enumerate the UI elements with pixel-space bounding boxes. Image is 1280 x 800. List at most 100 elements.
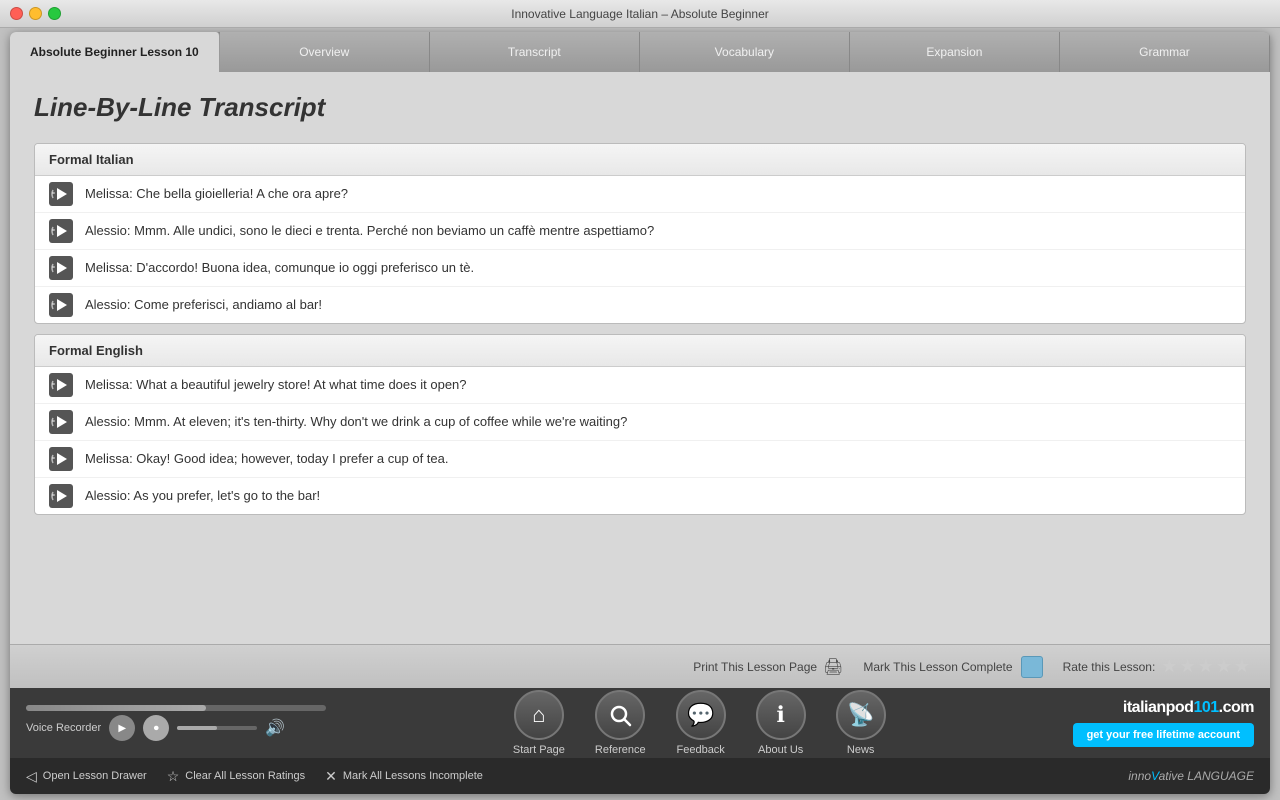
nav-icon-about-us: ℹ [756,690,806,740]
mark-incomplete-button[interactable]: ✕ Mark All Lessons Incomplete [325,768,483,785]
star-3[interactable]: ★ [1198,656,1214,677]
transcript-line: Melissa: Che bella gioielleria! A che or… [85,185,348,203]
voice-recorder-section: Voice Recorder ▶ ⏺ 🔊 [26,715,326,741]
nav-item-feedback[interactable]: 💬 Feedback [676,690,726,756]
audio-play-icon[interactable] [49,447,73,471]
content-area: Line-By-Line Transcript Formal Italian M… [10,72,1270,644]
voice-recorder-label: Voice Recorder [26,722,101,734]
transcript-line: Melissa: D'accordo! Buona idea, comunque… [85,259,474,277]
tab-active[interactable]: Absolute Beginner Lesson 10 [10,32,220,72]
transcript-line: Alessio: Mmm. Alle undici, sono le dieci… [85,222,654,240]
nav-label-about-us: About Us [758,744,803,756]
audio-play-icon[interactable] [49,182,73,206]
section-formal-english: Formal English Melissa: What a beautiful… [34,334,1246,515]
section-header-formal-english: Formal English [35,335,1245,367]
open-drawer-label: Open Lesson Drawer [43,770,147,782]
tab-overview[interactable]: Overview [220,32,430,72]
mark-complete-label: Mark This Lesson Complete [863,660,1012,674]
transcript-row: Melissa: What a beautiful jewelry store!… [35,367,1245,404]
tab-transcript[interactable]: Transcript [430,32,640,72]
clear-ratings-button[interactable]: ☆ Clear All Lesson Ratings [167,768,305,785]
signup-button[interactable]: get your free lifetime account [1073,723,1254,747]
transcript-line: Alessio: As you prefer, let's go to the … [85,487,320,505]
nav-label-feedback: Feedback [677,744,725,756]
nav-icon-reference [595,690,645,740]
transcript-line: Alessio: Come preferisci, andiamo al bar… [85,296,322,314]
star-1[interactable]: ★ [1161,656,1177,677]
action-bar: Print This Lesson Page 🖨 Mark This Lesso… [10,644,1270,688]
nav-item-start-page[interactable]: ⌂Start Page [513,690,565,756]
progress-fill [26,705,206,711]
progress-section: Voice Recorder ▶ ⏺ 🔊 [26,705,326,741]
print-icon: 🖨 [823,657,843,677]
nav-item-reference[interactable]: Reference [595,690,646,756]
progress-track[interactable] [26,705,326,711]
page-title: Line-By-Line Transcript [34,92,1246,123]
nav-label-reference: Reference [595,744,646,756]
transcript-line: Alessio: Mmm. At eleven; it's ten-thirty… [85,413,627,431]
transcript-row: Alessio: Mmm. Alle undici, sono le dieci… [35,213,1245,250]
mark-complete-button[interactable]: Mark This Lesson Complete [863,656,1042,678]
star-4[interactable]: ★ [1216,656,1232,677]
record-button[interactable]: ⏺ [143,715,169,741]
nav-icon-start-page: ⌂ [514,690,564,740]
minimize-button[interactable] [29,7,42,20]
star-5[interactable]: ★ [1234,656,1250,677]
audio-play-icon[interactable] [49,373,73,397]
complete-checkbox[interactable] [1021,656,1043,678]
transcript-row: Melissa: D'accordo! Buona idea, comunque… [35,250,1245,287]
window-controls[interactable] [10,7,61,20]
player-bar: Voice Recorder ▶ ⏺ 🔊 ⌂Start Page Referenc… [10,688,1270,758]
star-rating[interactable]: ★ ★ ★ ★ ★ [1161,656,1250,677]
transcript-row: Melissa: Che bella gioielleria! A che or… [35,176,1245,213]
nav-label-news: News [847,744,875,756]
tab-bar: Absolute Beginner Lesson 10 Overview Tra… [10,32,1270,72]
transcript-row: Alessio: As you prefer, let's go to the … [35,478,1245,514]
volume-fill [177,726,217,730]
transcript-line: Melissa: Okay! Good idea; however, today… [85,450,448,468]
open-drawer-button[interactable]: ◁ Open Lesson Drawer [26,768,147,785]
star-2[interactable]: ★ [1179,656,1195,677]
x-icon: ✕ [325,768,337,785]
rate-label: Rate this Lesson: [1063,660,1156,674]
audio-play-icon[interactable] [49,293,73,317]
maximize-button[interactable] [48,7,61,20]
print-button[interactable]: Print This Lesson Page 🖨 [693,657,843,677]
volume-bar[interactable] [177,726,257,730]
transcript-row: Alessio: Mmm. At eleven; it's ten-thirty… [35,404,1245,441]
rate-lesson: Rate this Lesson: ★ ★ ★ ★ ★ [1063,656,1250,677]
play-button[interactable]: ▶ [109,715,135,741]
transcript-row: Melissa: Okay! Good idea; however, today… [35,441,1245,478]
main-window: Absolute Beginner Lesson 10 Overview Tra… [10,32,1270,794]
account-section: italianpod101.com get your free lifetime… [1073,699,1254,747]
footer-brand: innoVative LANGUAGE [1128,769,1254,783]
volume-icon: 🔊 [265,718,285,738]
nav-icon-news: 📡 [836,690,886,740]
titlebar: Innovative Language Italian – Absolute B… [0,0,1280,28]
section-formal-italian: Formal Italian Melissa: Che bella gioiel… [34,143,1246,324]
audio-play-icon[interactable] [49,484,73,508]
print-label: Print This Lesson Page [693,660,817,674]
section-header-formal-italian: Formal Italian [35,144,1245,176]
window-title: Innovative Language Italian – Absolute B… [511,7,769,21]
drawer-icon: ◁ [26,768,37,785]
close-button[interactable] [10,7,23,20]
mark-incomplete-label: Mark All Lessons Incomplete [343,770,483,782]
tab-vocabulary[interactable]: Vocabulary [640,32,850,72]
audio-play-icon[interactable] [49,256,73,280]
transcript-row: Alessio: Come preferisci, andiamo al bar… [35,287,1245,323]
transcript-container: Formal Italian Melissa: Che bella gioiel… [34,143,1246,515]
tab-grammar[interactable]: Grammar [1060,32,1270,72]
star-icon: ☆ [167,768,180,785]
nav-item-news[interactable]: 📡 News [836,690,886,756]
bottom-nav: ⌂Start Page Reference 💬 Feedback ℹ About Us 📡 N… [342,690,1057,756]
nav-icon-feedback: 💬 [676,690,726,740]
audio-play-icon[interactable] [49,410,73,434]
tab-expansion[interactable]: Expansion [850,32,1060,72]
nav-item-about-us[interactable]: ℹ About Us [756,690,806,756]
clear-ratings-label: Clear All Lesson Ratings [185,770,305,782]
account-domain: italianpod101.com [1123,699,1254,717]
footer-bar: ◁ Open Lesson Drawer ☆ Clear All Lesson … [10,758,1270,794]
audio-play-icon[interactable] [49,219,73,243]
transcript-line: Melissa: What a beautiful jewelry store!… [85,376,467,394]
